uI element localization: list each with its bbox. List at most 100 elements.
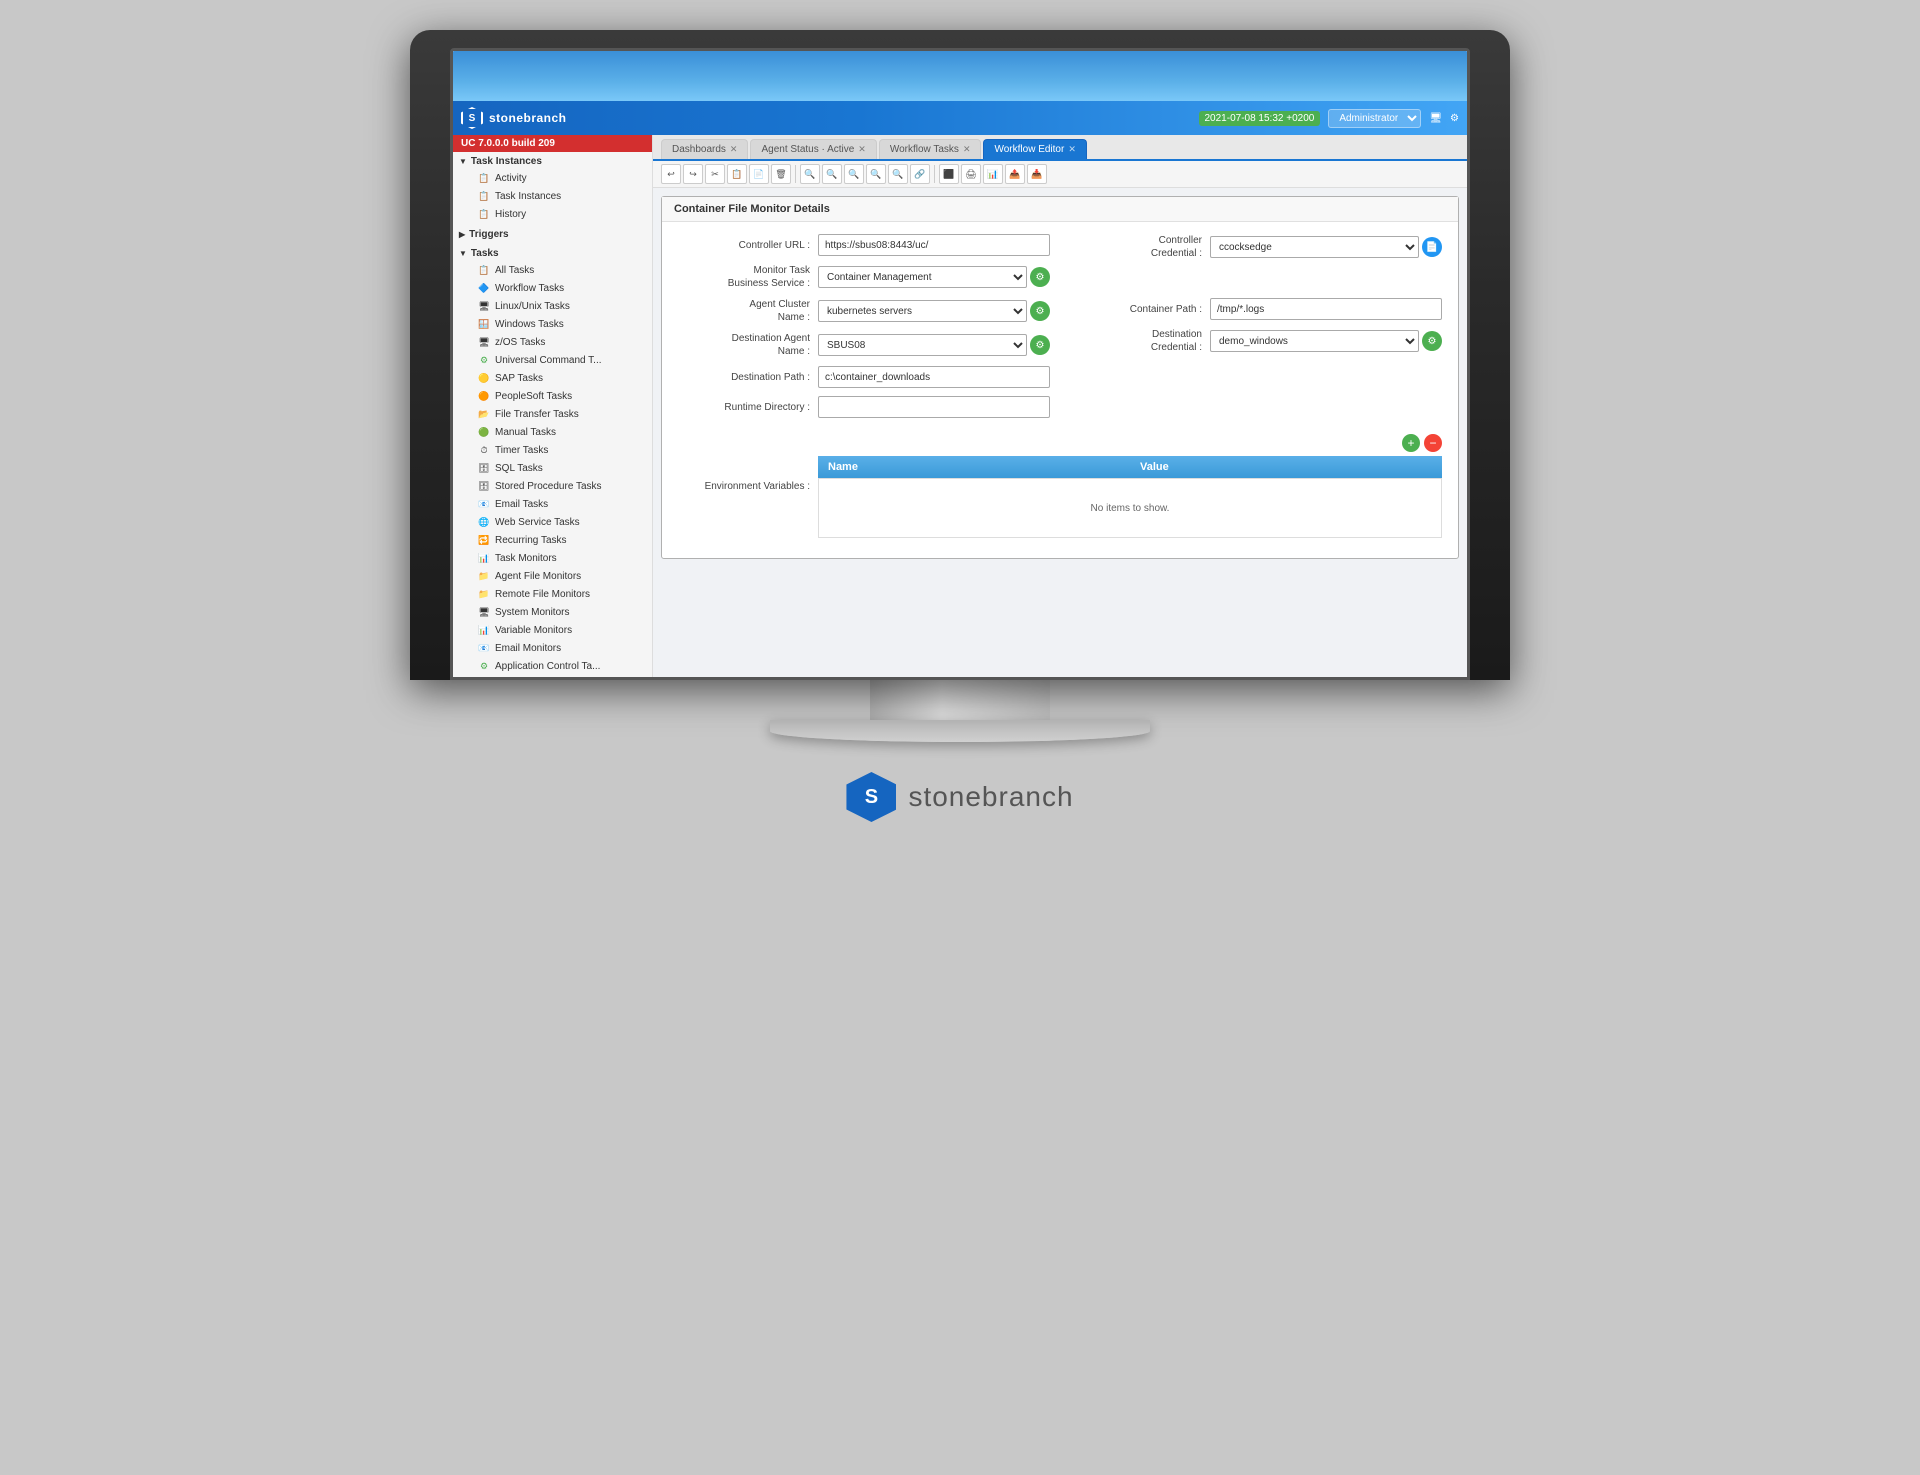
toolbar-btn-10[interactable]: 🔍 [866,164,886,184]
sidebar-item-workflow-tasks[interactable]: 🔷 Workflow Tasks [461,279,652,297]
toolbar-btn-3[interactable]: ✂ [705,164,725,184]
sidebar-label-email-tasks: Email Tasks [495,499,548,510]
tab-workflow-tasks-close[interactable]: ✕ [963,144,971,155]
sidebar-item-task-monitors[interactable]: 📊 Task Monitors [461,549,652,567]
tab-workflow-editor-close[interactable]: ✕ [1068,144,1076,155]
toolbar-btn-1[interactable]: ↩ [661,164,681,184]
row-dest-path: Destination Path : [678,366,1050,388]
btn-dest-cred-lookup[interactable]: ⚙ [1422,331,1442,351]
sidebar-item-remote-file-monitors[interactable]: 📁 Remote File Monitors [461,585,652,603]
toolbar-btn-13[interactable]: ⬛ [939,164,959,184]
btn-dest-agent-lookup[interactable]: ⚙ [1030,335,1050,355]
sidebar-item-universal-cmd[interactable]: ⚙ Universal Command T... [461,351,652,369]
toolbar-btn-16[interactable]: 📤 [1005,164,1025,184]
form-body: Controller URL : Monitor Task Business S… [662,222,1458,558]
sidebar-item-variable-monitors[interactable]: 📊 Variable Monitors [461,621,652,639]
sidebar-group-task-instances[interactable]: ▼ Task Instances [453,154,652,169]
sidebar-label-sap-tasks: SAP Tasks [495,373,543,384]
toolbar-btn-5[interactable]: 📄 [749,164,769,184]
form-cols: Controller URL : Monitor Task Business S… [678,234,1442,426]
sidebar-item-stored-proc[interactable]: 🗄 Stored Procedure Tasks [461,477,652,495]
toolbar: ↩ ↪ ✂ 📋 📄 🗑 🔍 🔍 🔍 🔍 🔍 � [653,161,1467,188]
toolbar-btn-12[interactable]: 🔗 [910,164,930,184]
label-controller-cred: Controller Credential : [1070,234,1210,260]
tab-workflow-tasks[interactable]: Workflow Tasks ✕ [879,139,982,159]
toolbar-btn-6[interactable]: 🗑 [771,164,791,184]
user-dropdown[interactable]: Administrator [1328,109,1421,128]
input-runtime-dir[interactable] [818,396,1050,418]
sidebar-item-email-tasks[interactable]: 📧 Email Tasks [461,495,652,513]
tab-workflow-editor-label: Workflow Editor [994,144,1064,155]
sidebar-item-app-control[interactable]: ⚙ Application Control Ta... [461,657,652,675]
sidebar-label-zos-tasks: z/OS Tasks [495,337,545,348]
btn-controller-cred-lookup[interactable]: 📄 [1422,237,1442,257]
arrow-icon: ▼ [459,157,467,166]
sidebar-item-system-monitors[interactable]: 🖥 System Monitors [461,603,652,621]
select-monitor-task[interactable]: Container Management [818,266,1027,288]
sidebar-group-triggers[interactable]: ▶ Triggers [453,227,652,242]
label-runtime-dir: Runtime Directory : [678,402,818,413]
toolbar-btn-2[interactable]: ↪ [683,164,703,184]
tab-agent-status-close[interactable]: ✕ [858,144,866,155]
sidebar-item-manual-tasks[interactable]: 🟢 Manual Tasks [461,423,652,441]
sidebar-label-recurring-tasks: Recurring Tasks [495,535,567,546]
sidebar-item-windows-tasks[interactable]: 🪟 Windows Tasks [461,315,652,333]
tab-workflow-editor[interactable]: Workflow Editor ✕ [983,139,1086,159]
env-table-header: Name Value [818,456,1442,478]
tab-agent-status[interactable]: Agent Status · Active ✕ [750,139,876,159]
sidebar-item-timer-tasks[interactable]: ⏱ Timer Tasks [461,441,652,459]
toolbar-btn-4[interactable]: 📋 [727,164,747,184]
row-dest-cred: Destination Credential : demo_windows [1070,328,1442,354]
group-label-task-instances: Task Instances [471,156,542,167]
timer-tasks-icon: ⏱ [477,443,491,457]
zos-tasks-icon: 🖥 [477,335,491,349]
sidebar-item-label-activity: Activity [495,173,527,184]
top-gradient [453,51,1467,101]
env-delete-button[interactable]: − [1424,434,1442,452]
label-agent-cluster: Agent Cluster Name : [678,298,818,324]
sidebar-item-sql-tasks[interactable]: 🗄 SQL Tasks [461,459,652,477]
toolbar-btn-9[interactable]: 🔍 [844,164,864,184]
toolbar-btn-11[interactable]: 🔍 [888,164,908,184]
sidebar-item-peoplesoft-tasks[interactable]: 🟠 PeopleSoft Tasks [461,387,652,405]
sidebar-item-recurring-tasks[interactable]: 🔁 Recurring Tasks [461,531,652,549]
header-icon-1[interactable]: 🖥 [1429,113,1442,124]
sidebar-item-history[interactable]: 📋 History [461,205,652,223]
row-env-vars: Environment Variables : + − Name [678,434,1442,538]
btn-monitor-task-lookup[interactable]: ⚙ [1030,267,1050,287]
toolbar-btn-8[interactable]: 🔍 [822,164,842,184]
toolbar-btn-17[interactable]: 📥 [1027,164,1047,184]
sidebar-item-sap-tasks[interactable]: 🟡 SAP Tasks [461,369,652,387]
tab-bar: Dashboards ✕ Agent Status · Active ✕ Wor… [653,135,1467,161]
sidebar-item-zos-tasks[interactable]: 🖥 z/OS Tasks [461,333,652,351]
sidebar-item-all-tasks[interactable]: 📋 All Tasks [461,261,652,279]
input-dest-path[interactable] [818,366,1050,388]
input-controller-url[interactable] [818,234,1050,256]
select-dest-agent[interactable]: SBUS08 [818,334,1027,356]
activity-icon: 📋 [477,171,491,185]
toolbar-btn-7[interactable]: 🔍 [800,164,820,184]
btn-agent-cluster-lookup[interactable]: ⚙ [1030,301,1050,321]
sidebar-item-task-instances[interactable]: 📋 Task Instances [461,187,652,205]
sidebar-item-linux-tasks[interactable]: 🖥 Linux/Unix Tasks [461,297,652,315]
toolbar-btn-14[interactable]: 🖨 [961,164,981,184]
sidebar-item-file-transfer[interactable]: 📂 File Transfer Tasks [461,405,652,423]
header-icon-2[interactable]: ⚙ [1450,113,1459,124]
logo-area: S stonebranch [461,107,567,129]
sidebar-item-web-service-tasks[interactable]: 🌐 Web Service Tasks [461,513,652,531]
sidebar-group-tasks[interactable]: ▼ Tasks [453,246,652,261]
tab-dashboards[interactable]: Dashboards ✕ [661,139,748,159]
select-dest-cred[interactable]: demo_windows [1210,330,1419,352]
universal-cmd-icon: ⚙ [477,353,491,367]
input-container-path[interactable] [1210,298,1442,320]
sidebar-item-agent-file-monitors[interactable]: 📁 Agent File Monitors [461,567,652,585]
toolbar-btn-15[interactable]: 📊 [983,164,1003,184]
select-controller-cred[interactable]: ccocksedge [1210,236,1419,258]
group-label-tasks: Tasks [471,248,499,259]
sidebar-label-app-control: Application Control Ta... [495,661,600,672]
select-agent-cluster[interactable]: kubernetes servers [818,300,1027,322]
sidebar-item-activity[interactable]: 📋 Activity [461,169,652,187]
tab-dashboards-close[interactable]: ✕ [730,144,738,155]
env-add-button[interactable]: + [1402,434,1420,452]
sidebar-item-email-monitors[interactable]: 📧 Email Monitors [461,639,652,657]
